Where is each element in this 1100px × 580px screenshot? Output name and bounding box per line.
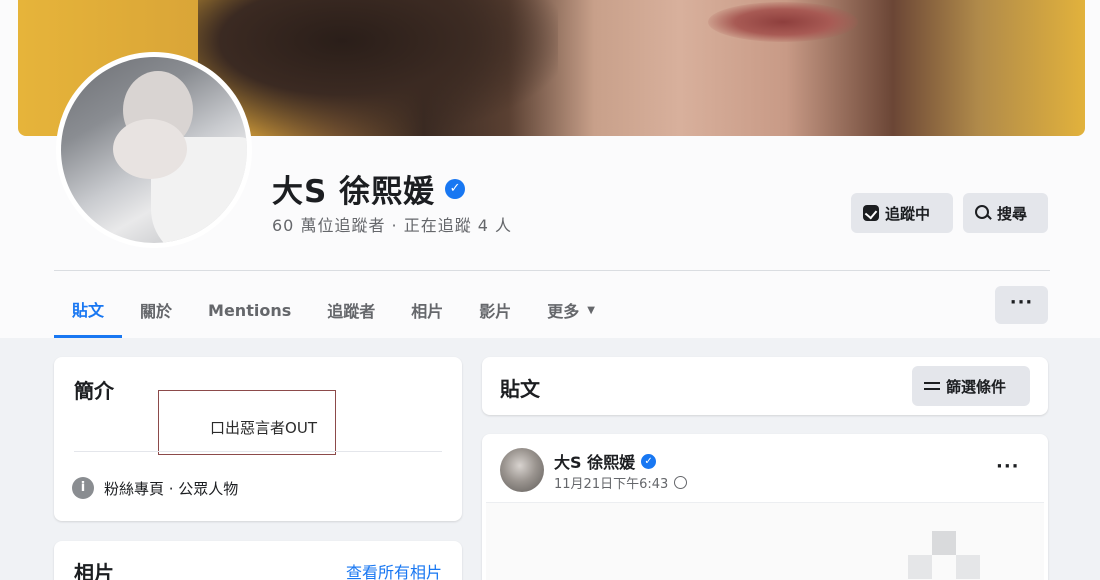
post-content bbox=[486, 502, 1044, 580]
post-author-name[interactable]: 大S 徐熙媛 bbox=[554, 449, 635, 473]
see-all-photos-link[interactable]: 查看所有相片 bbox=[346, 559, 442, 580]
page-category-label: 粉絲專頁 · 公眾人物 bbox=[104, 479, 239, 498]
verified-badge-icon: ✓ bbox=[445, 178, 466, 199]
intro-divider bbox=[74, 451, 442, 452]
more-options-button[interactable]: ··· bbox=[995, 286, 1048, 324]
posts-header-card: 貼文 篩選條件 bbox=[482, 357, 1048, 415]
post-menu-button[interactable]: ··· bbox=[996, 456, 1020, 477]
intro-bio: 口出惡言者OUT bbox=[158, 390, 336, 455]
avatar-image bbox=[61, 57, 247, 243]
verified-badge-icon: ✓ bbox=[641, 453, 657, 469]
tab-photos[interactable]: 相片 bbox=[393, 282, 461, 338]
profile-name: 大S 徐熙媛 bbox=[272, 174, 436, 210]
cover-photo-hair bbox=[198, 0, 558, 136]
search-button[interactable]: 搜尋 bbox=[963, 193, 1048, 233]
chevron-down-icon: ▼ bbox=[587, 304, 595, 316]
page-category: i 粉絲專頁 · 公眾人物 bbox=[72, 477, 238, 499]
follower-count[interactable]: 60 萬位追蹤者 · 正在追蹤 4 人 bbox=[272, 212, 512, 236]
tab-more[interactable]: 更多 ▼ bbox=[529, 282, 613, 338]
post-timestamp[interactable]: 11月21日下午6:43 bbox=[554, 473, 668, 492]
photos-title: 相片 bbox=[74, 561, 114, 580]
post-image-pixel bbox=[956, 555, 980, 579]
search-icon bbox=[975, 205, 991, 221]
tab-about[interactable]: 關於 bbox=[122, 282, 190, 338]
profile-name-row: 大S 徐熙媛 ✓ bbox=[272, 166, 466, 211]
sliders-icon bbox=[924, 380, 940, 392]
tab-mentions[interactable]: Mentions bbox=[190, 282, 309, 338]
info-icon: i bbox=[72, 477, 94, 499]
post-meta: 11月21日下午6:43 bbox=[554, 473, 688, 492]
post-card: 大S 徐熙媛 ✓ 11月21日下午6:43 ··· bbox=[482, 434, 1048, 580]
profile-tabs: 貼文 關於 Mentions 追蹤者 相片 影片 更多 ▼ bbox=[54, 282, 613, 338]
search-button-label: 搜尋 bbox=[997, 204, 1028, 223]
tab-more-label: 更多 bbox=[547, 302, 580, 321]
filter-button-label: 篩選條件 bbox=[946, 377, 1007, 396]
post-image-pixel bbox=[908, 555, 932, 579]
header-divider bbox=[54, 270, 1050, 271]
tab-followers[interactable]: 追蹤者 bbox=[309, 282, 393, 338]
photos-card: 相片 查看所有相片 bbox=[54, 541, 462, 580]
following-button[interactable]: 追蹤中 bbox=[851, 193, 953, 233]
filter-button[interactable]: 篩選條件 bbox=[912, 366, 1030, 406]
post-author-avatar[interactable] bbox=[500, 448, 544, 492]
intro-card: 簡介 口出惡言者OUT i 粉絲專頁 · 公眾人物 bbox=[54, 357, 462, 521]
cover-photo-lips bbox=[708, 2, 858, 42]
tab-videos[interactable]: 影片 bbox=[461, 282, 529, 338]
following-button-label: 追蹤中 bbox=[885, 204, 931, 223]
tab-posts[interactable]: 貼文 bbox=[54, 282, 123, 338]
avatar-baby-face bbox=[113, 119, 187, 179]
post-image-pixel bbox=[932, 531, 956, 555]
posts-title: 貼文 bbox=[500, 377, 540, 401]
globe-icon bbox=[674, 476, 688, 489]
following-check-icon bbox=[863, 205, 879, 221]
post-author: 大S 徐熙媛 ✓ bbox=[554, 449, 657, 473]
intro-title: 簡介 bbox=[74, 379, 114, 403]
profile-avatar[interactable] bbox=[56, 52, 252, 248]
